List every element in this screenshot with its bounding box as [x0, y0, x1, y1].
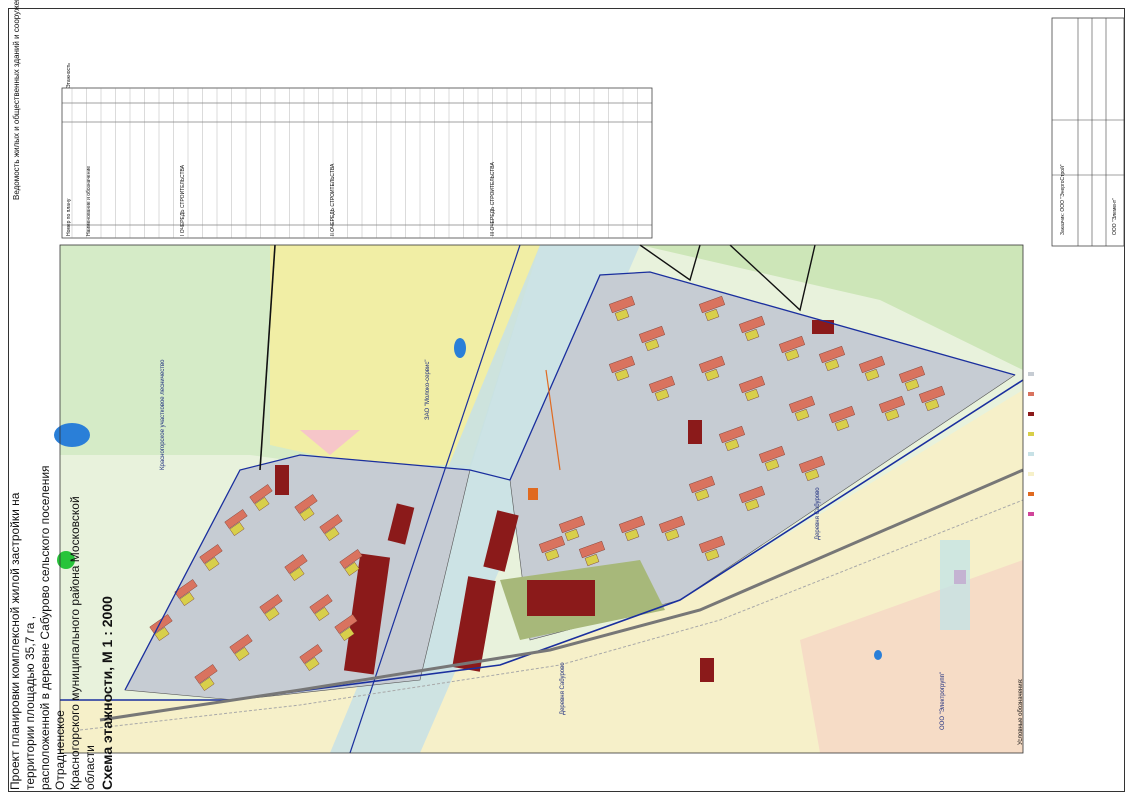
water-body — [874, 650, 882, 660]
scheme-title: Схема этажности, М 1 : 2000 — [99, 596, 115, 790]
stamp-org: ООО "Элемент" — [1112, 197, 1118, 235]
map-label-village-2: Деревня Сабурово — [815, 487, 821, 540]
table-header-num: Номер по плану — [66, 198, 72, 236]
project-title-line-2: расположенной в деревне Сабурово сельско… — [38, 465, 67, 790]
drawing-title-block: Проект планировки комплексной жилой заст… — [8, 460, 115, 790]
water-zone — [940, 540, 970, 630]
project-title-line-3: Красногорского муниципального района Мос… — [68, 496, 97, 790]
map-label-village-1: Деревня Сабурово — [560, 662, 566, 715]
public-building — [700, 658, 714, 682]
legend-swatches — [1026, 352, 1054, 752]
map-label-forest: Красногорское участковое лесничество — [160, 359, 166, 470]
water-body — [54, 423, 90, 447]
project-title-line-1: Проект планировки комплексной жилой заст… — [8, 492, 37, 790]
legend-title: Условные обозначения: — [1018, 678, 1024, 746]
school-building — [527, 580, 595, 616]
table-section-1: I ОЧЕРЕДЬ СТРОИТЕЛЬСТВА — [180, 164, 186, 236]
table-section-2: II ОЧЕРЕДЬ СТРОИТЕЛЬСТВА — [330, 163, 336, 236]
table-header-floors: Этажность — [66, 63, 72, 88]
buildings-table-grid — [61, 87, 653, 239]
stamp-client: Заказчик: ООО "ЭнергоСтрой" — [1060, 164, 1066, 235]
kiosk — [528, 488, 538, 500]
public-building — [275, 465, 289, 495]
table-header-name: Наименование и обозначение — [86, 165, 92, 236]
water-body — [454, 338, 466, 358]
table-section-3: III ОЧЕРЕДЬ СТРОИТЕЛЬСТВА — [490, 162, 496, 236]
public-building — [812, 320, 834, 334]
map-label-zao: ЗАО "Молоко-сервис" — [425, 359, 431, 420]
table-title: Ведомость жилых и общественных зданий и … — [12, 0, 21, 200]
master-plan-map — [54, 17, 1125, 754]
public-building — [688, 420, 702, 444]
map-label-ooo: ООО "Электрогрупп" — [940, 672, 946, 730]
